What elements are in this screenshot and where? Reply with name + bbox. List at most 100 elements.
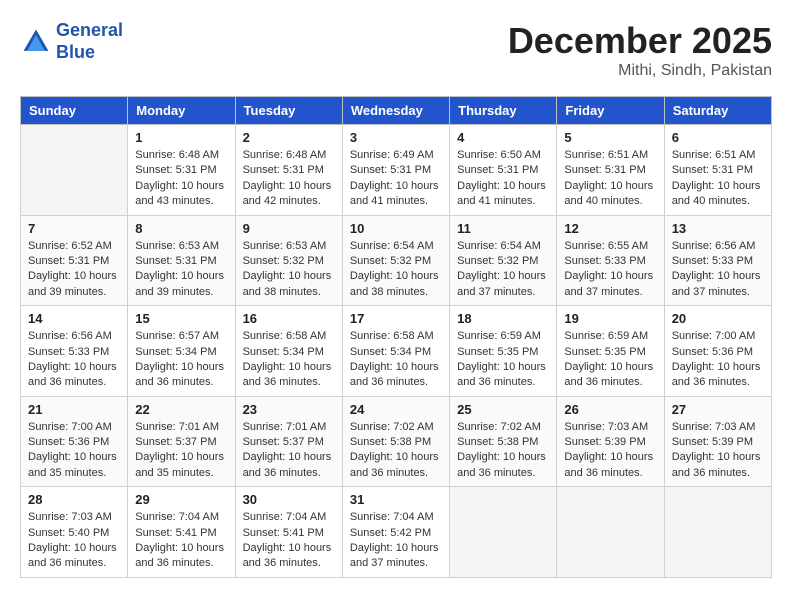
day-number: 28 xyxy=(28,492,120,507)
day-number: 11 xyxy=(457,221,549,236)
weekday-header-sunday: Sunday xyxy=(21,97,128,125)
day-number: 31 xyxy=(350,492,442,507)
day-info: Sunrise: 7:03 AMSunset: 5:39 PMDaylight:… xyxy=(672,420,764,482)
day-cell: 25Sunrise: 7:02 AMSunset: 5:38 PMDayligh… xyxy=(450,396,557,487)
day-info: Sunrise: 6:54 AMSunset: 5:32 PMDaylight:… xyxy=(457,239,549,301)
day-cell: 13 Sunrise: 6:56 AMSunset: 5:33 PMDayligh… xyxy=(664,215,771,306)
day-cell: 26 Sunrise: 7:03 AMSunset: 5:39 PMDayligh… xyxy=(557,396,664,487)
day-cell: 5 Sunrise: 6:51 AMSunset: 5:31 PMDaylight… xyxy=(557,125,664,216)
day-cell: 9Sunrise: 6:53 AMSunset: 5:32 PMDaylight… xyxy=(235,215,342,306)
day-cell: 23Sunrise: 7:01 AMSunset: 5:37 PMDayligh… xyxy=(235,396,342,487)
day-cell: 30 Sunrise: 7:04 AMSunset: 5:41 PMDayligh… xyxy=(235,487,342,578)
day-number: 4 xyxy=(457,130,549,145)
day-info: Sunrise: 7:01 AMSunset: 5:37 PMDaylight:… xyxy=(135,420,227,482)
title-area: December 2025 Mithi, Sindh, Pakistan xyxy=(508,20,772,80)
day-cell: 28 Sunrise: 7:03 AMSunset: 5:40 PMDayligh… xyxy=(21,487,128,578)
weekday-header-row: SundayMondayTuesdayWednesdayThursdayFrid… xyxy=(21,97,772,125)
day-number: 18 xyxy=(457,311,549,326)
day-cell: 21 Sunrise: 7:00 AMSunset: 5:36 PMDayligh… xyxy=(21,396,128,487)
day-info: Sunrise: 7:00 AMSunset: 5:36 PMDaylight:… xyxy=(672,329,764,391)
day-cell: 1Sunrise: 6:48 AMSunset: 5:31 PMDaylight… xyxy=(128,125,235,216)
day-cell: 22 Sunrise: 7:01 AMSunset: 5:37 PMDayligh… xyxy=(128,396,235,487)
day-info: Sunrise: 7:04 AMSunset: 5:41 PMDaylight:… xyxy=(135,510,227,572)
weekday-header-thursday: Thursday xyxy=(450,97,557,125)
day-info: Sunrise: 6:56 AMSunset: 5:33 PMDaylight:… xyxy=(672,239,764,301)
day-info: Sunrise: 6:58 AMSunset: 5:34 PMDaylight:… xyxy=(243,329,335,391)
day-number: 9 xyxy=(243,221,335,236)
day-number: 30 xyxy=(243,492,335,507)
day-info: Sunrise: 7:02 AMSunset: 5:38 PMDaylight:… xyxy=(350,420,442,482)
week-row-2: 7 Sunrise: 6:52 AMSunset: 5:31 PMDaylight… xyxy=(21,215,772,306)
day-info: Sunrise: 6:52 AMSunset: 5:31 PMDaylight:… xyxy=(28,239,120,301)
day-cell: 19 Sunrise: 6:59 AMSunset: 5:35 PMDayligh… xyxy=(557,306,664,397)
day-cell: 10Sunrise: 6:54 AMSunset: 5:32 PMDayligh… xyxy=(342,215,449,306)
day-number: 17 xyxy=(350,311,442,326)
day-info: Sunrise: 7:04 AMSunset: 5:41 PMDaylight:… xyxy=(243,510,335,572)
day-cell: 29Sunrise: 7:04 AMSunset: 5:41 PMDayligh… xyxy=(128,487,235,578)
day-cell xyxy=(21,125,128,216)
logo: General Blue xyxy=(20,20,123,63)
day-info: Sunrise: 6:51 AMSunset: 5:31 PMDaylight:… xyxy=(564,148,656,210)
day-cell: 8Sunrise: 6:53 AMSunset: 5:31 PMDaylight… xyxy=(128,215,235,306)
day-cell: 11 Sunrise: 6:54 AMSunset: 5:32 PMDayligh… xyxy=(450,215,557,306)
day-number: 5 xyxy=(564,130,656,145)
day-number: 20 xyxy=(672,311,764,326)
day-info: Sunrise: 6:48 AMSunset: 5:31 PMDaylight:… xyxy=(135,148,227,210)
week-row-5: 28 Sunrise: 7:03 AMSunset: 5:40 PMDayligh… xyxy=(21,487,772,578)
day-info: Sunrise: 6:58 AMSunset: 5:34 PMDaylight:… xyxy=(350,329,442,391)
day-cell: 4 Sunrise: 6:50 AMSunset: 5:31 PMDaylight… xyxy=(450,125,557,216)
day-cell: 31 Sunrise: 7:04 AMSunset: 5:42 PMDayligh… xyxy=(342,487,449,578)
day-number: 27 xyxy=(672,402,764,417)
day-cell: 16 Sunrise: 6:58 AMSunset: 5:34 PMDayligh… xyxy=(235,306,342,397)
week-row-4: 21 Sunrise: 7:00 AMSunset: 5:36 PMDayligh… xyxy=(21,396,772,487)
day-number: 19 xyxy=(564,311,656,326)
day-info: Sunrise: 7:00 AMSunset: 5:36 PMDaylight:… xyxy=(28,420,120,482)
weekday-header-saturday: Saturday xyxy=(664,97,771,125)
day-cell xyxy=(450,487,557,578)
day-number: 26 xyxy=(564,402,656,417)
day-info: Sunrise: 6:57 AMSunset: 5:34 PMDaylight:… xyxy=(135,329,227,391)
weekday-header-monday: Monday xyxy=(128,97,235,125)
day-info: Sunrise: 6:55 AMSunset: 5:33 PMDaylight:… xyxy=(564,239,656,301)
day-number: 6 xyxy=(672,130,764,145)
day-info: Sunrise: 6:53 AMSunset: 5:31 PMDaylight:… xyxy=(135,239,227,301)
day-number: 21 xyxy=(28,402,120,417)
day-cell: 18 Sunrise: 6:59 AMSunset: 5:35 PMDayligh… xyxy=(450,306,557,397)
weekday-header-wednesday: Wednesday xyxy=(342,97,449,125)
day-number: 3 xyxy=(350,130,442,145)
day-info: Sunrise: 6:59 AMSunset: 5:35 PMDaylight:… xyxy=(457,329,549,391)
day-number: 23 xyxy=(243,402,335,417)
page-header: General Blue December 2025 Mithi, Sindh,… xyxy=(20,20,772,80)
weekday-header-friday: Friday xyxy=(557,97,664,125)
day-cell: 6Sunrise: 6:51 AMSunset: 5:31 PMDaylight… xyxy=(664,125,771,216)
day-cell: 12 Sunrise: 6:55 AMSunset: 5:33 PMDayligh… xyxy=(557,215,664,306)
day-info: Sunrise: 7:03 AMSunset: 5:39 PMDaylight:… xyxy=(564,420,656,482)
day-cell: 14Sunrise: 6:56 AMSunset: 5:33 PMDayligh… xyxy=(21,306,128,397)
day-number: 25 xyxy=(457,402,549,417)
day-number: 13 xyxy=(672,221,764,236)
calendar-table: SundayMondayTuesdayWednesdayThursdayFrid… xyxy=(20,96,772,578)
day-info: Sunrise: 6:54 AMSunset: 5:32 PMDaylight:… xyxy=(350,239,442,301)
day-number: 7 xyxy=(28,221,120,236)
day-cell xyxy=(664,487,771,578)
day-info: Sunrise: 6:49 AMSunset: 5:31 PMDaylight:… xyxy=(350,148,442,210)
day-number: 16 xyxy=(243,311,335,326)
day-info: Sunrise: 6:50 AMSunset: 5:31 PMDaylight:… xyxy=(457,148,549,210)
day-number: 22 xyxy=(135,402,227,417)
week-row-1: 1Sunrise: 6:48 AMSunset: 5:31 PMDaylight… xyxy=(21,125,772,216)
weekday-header-tuesday: Tuesday xyxy=(235,97,342,125)
day-info: Sunrise: 7:04 AMSunset: 5:42 PMDaylight:… xyxy=(350,510,442,572)
month-year-title: December 2025 xyxy=(508,20,772,62)
day-cell: 7 Sunrise: 6:52 AMSunset: 5:31 PMDaylight… xyxy=(21,215,128,306)
day-number: 12 xyxy=(564,221,656,236)
day-cell: 3 Sunrise: 6:49 AMSunset: 5:31 PMDaylight… xyxy=(342,125,449,216)
day-number: 2 xyxy=(243,130,335,145)
day-cell: 17 Sunrise: 6:58 AMSunset: 5:34 PMDayligh… xyxy=(342,306,449,397)
week-row-3: 14Sunrise: 6:56 AMSunset: 5:33 PMDayligh… xyxy=(21,306,772,397)
day-cell: 2 Sunrise: 6:48 AMSunset: 5:31 PMDaylight… xyxy=(235,125,342,216)
day-info: Sunrise: 7:03 AMSunset: 5:40 PMDaylight:… xyxy=(28,510,120,572)
location-subtitle: Mithi, Sindh, Pakistan xyxy=(508,62,772,80)
day-cell xyxy=(557,487,664,578)
day-info: Sunrise: 6:59 AMSunset: 5:35 PMDaylight:… xyxy=(564,329,656,391)
day-info: Sunrise: 6:48 AMSunset: 5:31 PMDaylight:… xyxy=(243,148,335,210)
